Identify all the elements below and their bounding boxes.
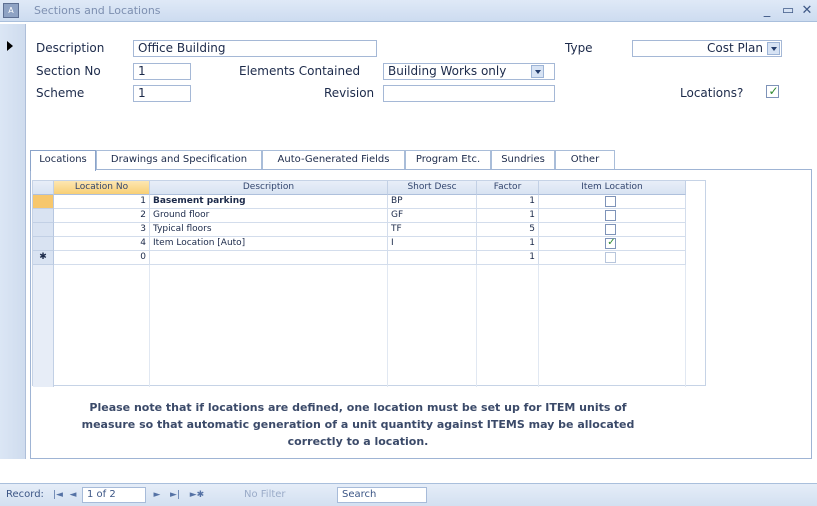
description-field[interactable]: Office Building <box>133 40 377 57</box>
record-label: Record: <box>6 489 44 500</box>
row-selector[interactable] <box>33 223 54 237</box>
note-line-3: correctly to a location. <box>287 435 429 448</box>
tab-auto-generated-fields[interactable]: Auto-Generated Fields <box>262 150 405 170</box>
record-navigation-bar: Record: |◄ ◄ 1 of 2 ► ►| ►✱ No Filter Se… <box>0 483 817 506</box>
cell-factor[interactable]: 1 <box>477 195 539 209</box>
item-location-checkbox[interactable]: ✓ <box>605 237 616 249</box>
item-location-checkbox[interactable] <box>605 210 616 221</box>
no-filter-indicator[interactable]: No Filter <box>244 489 286 500</box>
type-dropdown-icon[interactable] <box>767 42 780 55</box>
cell-description[interactable]: Basement parking <box>150 195 388 209</box>
new-record-button[interactable]: ►✱ <box>186 488 208 502</box>
current-record-field[interactable]: 1 of 2 <box>82 487 146 503</box>
type-value: Cost Plan <box>706 41 763 55</box>
cell-item-location <box>539 195 686 209</box>
cell-item-location: ✓ <box>539 237 686 251</box>
locations-note: Please note that if locations are define… <box>36 399 680 450</box>
type-label: Type <box>565 41 593 55</box>
revision-label: Revision <box>324 86 375 100</box>
cell-short-desc[interactable] <box>388 251 477 265</box>
revision-field[interactable] <box>383 85 555 102</box>
cell-factor[interactable]: 1 <box>477 209 539 223</box>
item-location-check-icon: ✓ <box>607 237 616 248</box>
row-selector[interactable] <box>33 209 54 223</box>
locations-label: Locations? <box>680 86 744 100</box>
col-header-factor[interactable]: Factor <box>477 181 539 195</box>
cell-factor[interactable]: 1 <box>477 237 539 251</box>
elements-contained-label: Elements Contained <box>239 64 361 78</box>
cell-item-location <box>539 223 686 237</box>
cell-description[interactable]: Typical floors <box>150 223 388 237</box>
cell-location-no[interactable]: 4 <box>54 237 150 251</box>
window-title: Sections and Locations <box>34 4 161 17</box>
grid-corner-selector[interactable] <box>33 181 54 195</box>
section-no-label: Section No <box>36 64 101 78</box>
cell-location-no[interactable]: 0 <box>54 251 150 265</box>
cell-description[interactable]: Item Location [Auto] <box>150 237 388 251</box>
elements-contained-value: Building Works only <box>388 64 507 78</box>
col-header-item-location[interactable]: Item Location <box>539 181 686 195</box>
scheme-field[interactable]: 1 <box>133 85 191 102</box>
cell-factor[interactable]: 5 <box>477 223 539 237</box>
item-location-checkbox[interactable] <box>605 224 616 235</box>
previous-record-button[interactable]: ◄ <box>66 488 80 502</box>
row-selector[interactable] <box>33 195 54 209</box>
current-record-arrow-icon <box>7 41 13 51</box>
tab-locations[interactable]: Locations <box>30 150 96 171</box>
tab-drawings-and-specification[interactable]: Drawings and Specification <box>96 150 262 170</box>
row-selector[interactable] <box>33 237 54 251</box>
record-selector[interactable] <box>0 24 26 459</box>
close-button[interactable]: ✕ <box>798 2 816 19</box>
new-record-selector[interactable]: ✱ <box>33 251 54 265</box>
elements-contained-select[interactable]: Building Works only <box>383 63 555 80</box>
cell-description[interactable]: Ground floor <box>150 209 388 223</box>
cell-description[interactable] <box>150 251 388 265</box>
col-header-location-no[interactable]: Location No <box>54 181 150 195</box>
cell-item-location <box>539 209 686 223</box>
section-no-field[interactable]: 1 <box>133 63 191 80</box>
cell-short-desc[interactable]: GF <box>388 209 477 223</box>
item-location-checkbox[interactable] <box>605 196 616 207</box>
last-record-button[interactable]: ►| <box>166 488 184 502</box>
item-location-checkbox[interactable] <box>605 252 616 263</box>
col-header-short-desc[interactable]: Short Desc <box>388 181 477 195</box>
elements-contained-dropdown-icon[interactable] <box>531 65 544 78</box>
first-record-button[interactable]: |◄ <box>50 488 66 502</box>
form-icon: A <box>3 3 19 18</box>
description-label: Description <box>36 41 105 55</box>
cell-short-desc[interactable]: I <box>388 237 477 251</box>
search-field[interactable]: Search <box>337 487 427 503</box>
locations-checkbox[interactable]: ✓ <box>766 84 779 98</box>
tab-other[interactable]: Other <box>555 150 615 170</box>
next-record-button[interactable]: ► <box>150 488 164 502</box>
locations-check-icon: ✓ <box>768 84 779 98</box>
cell-location-no[interactable]: 3 <box>54 223 150 237</box>
cell-location-no[interactable]: 2 <box>54 209 150 223</box>
col-header-description[interactable]: Description <box>150 181 388 195</box>
tab-program-etc[interactable]: Program Etc. <box>405 150 491 170</box>
note-line-2: measure so that automatic generation of … <box>81 418 635 431</box>
cell-item-location <box>539 251 686 265</box>
restore-button[interactable]: ▭ <box>779 2 797 19</box>
cell-short-desc[interactable]: BP <box>388 195 477 209</box>
locations-grid: Location No Description Short Desc Facto… <box>32 180 706 387</box>
cell-factor[interactable]: 1 <box>477 251 539 265</box>
cell-location-no[interactable]: 1 <box>54 195 150 209</box>
type-select[interactable]: Cost Plan <box>632 40 782 57</box>
cell-short-desc[interactable]: TF <box>388 223 477 237</box>
minimize-button[interactable]: _ <box>758 2 776 19</box>
tab-sundries[interactable]: Sundries <box>491 150 555 170</box>
scheme-label: Scheme <box>36 86 85 100</box>
title-bar: A Sections and Locations _ ▭ ✕ <box>0 0 817 22</box>
note-line-1: Please note that if locations are define… <box>89 401 627 414</box>
